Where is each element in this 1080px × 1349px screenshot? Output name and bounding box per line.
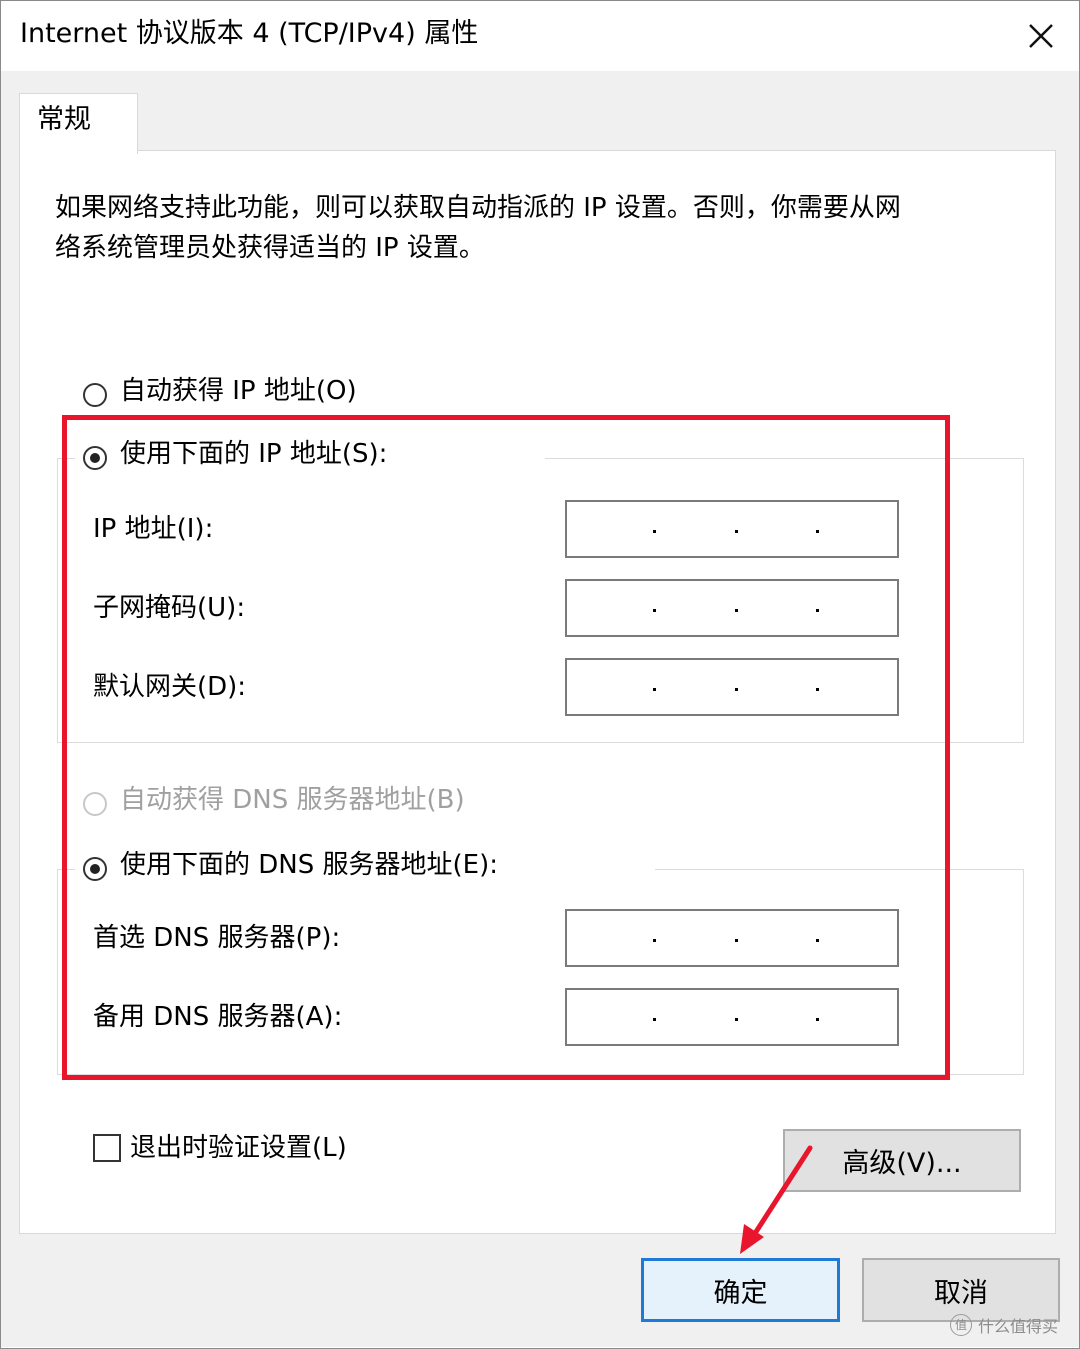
- watermark-text: 什么值得买: [978, 1317, 1059, 1336]
- watermark-badge-icon: 值: [950, 1314, 972, 1336]
- ok-button[interactable]: 确定: [641, 1258, 840, 1322]
- annotation-arrow-icon: [740, 1145, 813, 1254]
- validate-on-exit-label[interactable]: 退出时验证设置(L): [130, 1131, 347, 1165]
- close-icon: [1029, 24, 1053, 48]
- window-title: Internet 协议版本 4 (TCP/IPv4) 属性: [20, 18, 479, 49]
- close-button[interactable]: [1005, 10, 1077, 62]
- annotation-highlight-box: [62, 415, 950, 1080]
- validate-on-exit-checkbox[interactable]: [93, 1134, 121, 1162]
- radio-auto-ip-label[interactable]: 自动获得 IP 地址(O): [120, 374, 357, 408]
- radio-auto-ip[interactable]: [83, 383, 107, 407]
- watermark: 值 什么值得买: [950, 1313, 1058, 1337]
- description-text: 如果网络支持此功能，则可以获取自动指派的 IP 设置。否则，你需要从网 络系统管…: [55, 193, 901, 263]
- tab-general-label: 常规: [37, 104, 91, 135]
